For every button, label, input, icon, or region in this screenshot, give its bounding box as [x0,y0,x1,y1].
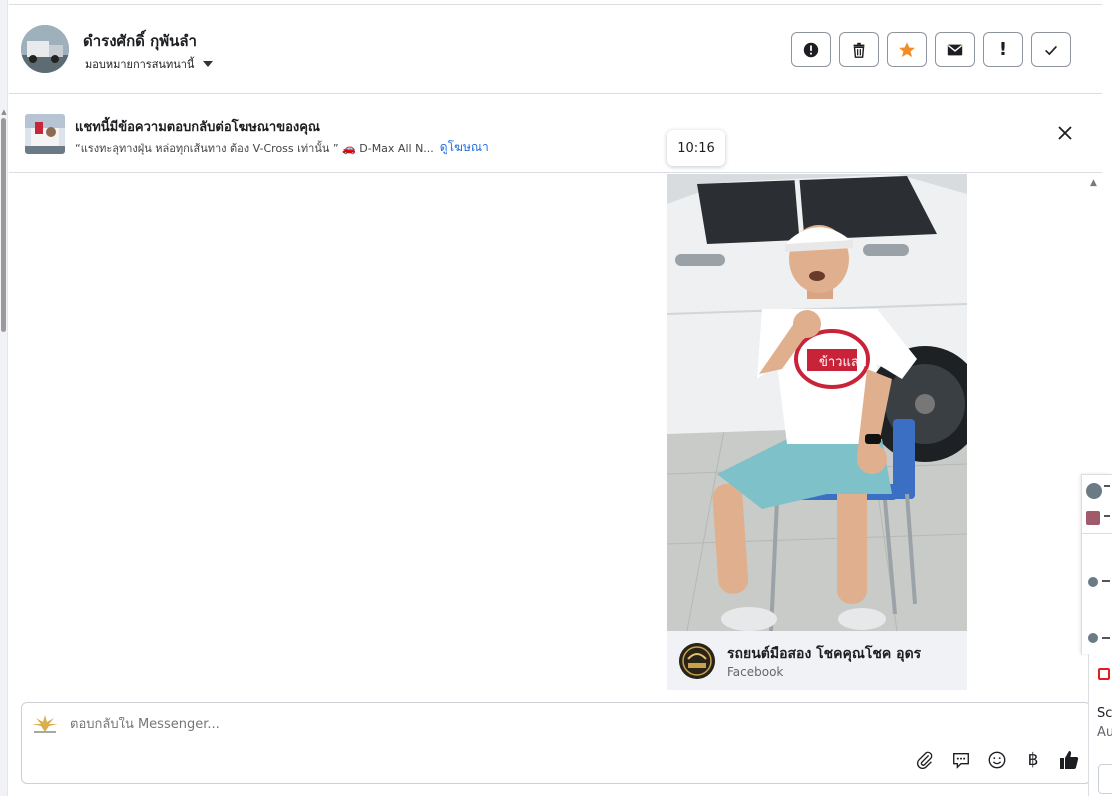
attach-button[interactable] [914,749,936,771]
contact-name[interactable]: ดำรงศักดิ์ กุพันลำ [83,29,197,53]
check-icon [1045,45,1057,55]
page-source: Facebook [727,665,784,679]
ad-thumbnail[interactable] [25,114,65,154]
shirt-logo-text: ข้าวแลก [819,355,867,370]
shared-post-card[interactable]: ข้าวแลก รถยนต์มือสอง โชคคุณโชค อุดร Face… [667,174,967,690]
chevron-down-icon [203,61,214,67]
follow-up-button[interactable]: ! [983,32,1023,67]
star-icon [899,41,915,57]
close-icon [1058,126,1072,140]
conversation-header: ดำรงศักดิ์ กุพันลำ มอบหมายการสนทนานี้ ! [9,4,1102,94]
alert-circle-icon [803,42,819,57]
side-card-subtitle: Au [1097,725,1112,740]
like-button[interactable] [1058,749,1080,771]
timestamp-tooltip: 10:16 [667,130,725,166]
ad-banner-subtitle: “แรงทะลุทางฝุ่น หล่อทุกเส้นทาง ต้อง V-Cr… [75,141,434,155]
scroll-up-arrow-icon[interactable]: ▲ [0,108,8,116]
scrollbar-thumb[interactable] [1,118,6,332]
delete-button[interactable] [839,32,879,67]
side-card-button[interactable] [1098,764,1112,794]
view-ad-link[interactable]: ดูโฆษณา [440,138,489,157]
reply-input[interactable] [70,717,870,732]
close-banner-button[interactable] [1054,122,1076,144]
saved-replies-button[interactable] [950,749,972,771]
ad-reply-banner: แชทนี้มีข้อความตอบกลับต่อโฆษณาของคุณ “แร… [9,95,1102,173]
envelope-icon [947,44,963,55]
message-composer: ฿ [21,702,1091,784]
payment-button[interactable]: ฿ [1022,749,1044,771]
saved-reply-icon [953,752,969,769]
ad-banner-title: แชทนี้มีข้อความตอบกลับต่อโฆษณาของคุณ [75,120,320,135]
page-name: รถยนต์มือสอง โชคคุณโชค อุดร [727,646,922,662]
page-avatar [679,643,715,679]
composer-toolbar: ฿ [914,749,1080,771]
assign-conversation-dropdown[interactable]: มอบหมายการสนทนานี้ [85,55,214,73]
side-card-title: Sc [1097,706,1112,721]
side-preview-panel[interactable] [1081,474,1112,654]
baht-icon: ฿ [1027,750,1039,770]
contact-avatar[interactable] [21,25,69,73]
emoji-icon [988,751,1006,769]
ad-banner-subtitle-row: “แรงทะลุทางฝุ่น หล่อทุกเส้นทาง ต้อง V-Cr… [75,138,489,157]
side-notification-card[interactable]: Sc Au [1088,654,1112,796]
mark-done-button[interactable] [1031,32,1071,67]
app-icon [1098,668,1110,680]
inbox-conversation-view: ▲ ดำรงศักดิ์ กุพันลำ มอบหมายการสนทนานี้ [0,0,1112,796]
page-logo-icon [30,713,60,735]
conversation-actions: ! [791,32,1071,67]
thread-scroll-up-icon[interactable]: ▲ [1090,178,1097,188]
assign-label: มอบหมายการสนทนานี้ [85,58,195,71]
left-scrollbar[interactable]: ▲ [0,0,8,796]
emoji-button[interactable] [986,749,1008,771]
shared-post-image[interactable]: ข้าวแลก [667,174,967,631]
thumbs-up-icon [1060,751,1079,769]
paperclip-icon [916,751,933,770]
trash-icon [853,42,865,58]
spam-button[interactable] [791,32,831,67]
shared-post-source-row[interactable]: รถยนต์มือสอง โชคคุณโชค อุดร Facebook [667,631,967,690]
star-button[interactable] [887,32,927,67]
mark-unread-button[interactable] [935,32,975,67]
exclamation-icon: ! [998,39,1008,60]
